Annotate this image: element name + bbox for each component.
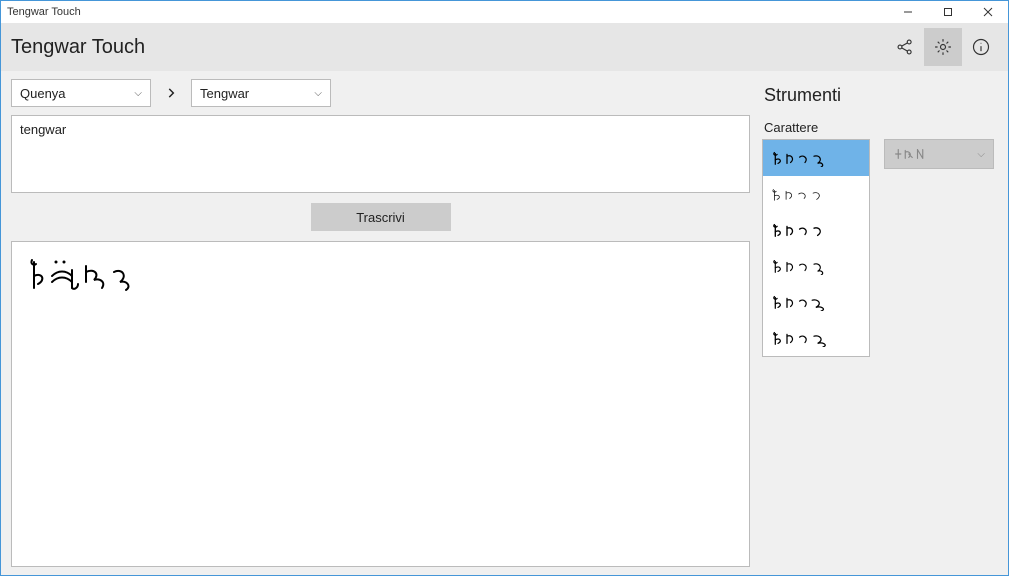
share-icon[interactable] [886, 28, 924, 66]
font-item-1[interactable] [763, 140, 869, 176]
font-item-5[interactable] [763, 284, 869, 320]
minimize-button[interactable] [888, 1, 928, 23]
info-icon[interactable] [962, 28, 1000, 66]
window-titlebar: Tengwar Touch [1, 1, 1008, 23]
header-actions [886, 28, 1000, 66]
target-script-value: Tengwar [200, 86, 249, 101]
app-title: Tengwar Touch [11, 36, 145, 59]
window-controls [888, 1, 1008, 23]
language-row: Quenya ⌵ Tengwar ⌵ [11, 79, 750, 107]
chevron-down-icon: ⌵ [134, 88, 142, 99]
target-script-dropdown[interactable]: Tengwar ⌵ [191, 79, 331, 107]
source-language-value: Quenya [20, 86, 66, 101]
maximize-button[interactable] [928, 1, 968, 23]
window-title: Tengwar Touch [7, 6, 81, 18]
settings-icon[interactable] [924, 28, 962, 66]
transcribe-row: Trascrivi [11, 193, 750, 241]
content-area: Quenya ⌵ Tengwar ⌵ Trascrivi [1, 71, 1008, 575]
tengwar-output-glyphs [24, 252, 164, 292]
input-text-area[interactable] [11, 115, 750, 193]
transcribe-button[interactable]: Trascrivi [311, 203, 451, 231]
font-row: ⌵ [762, 139, 998, 357]
font-list[interactable] [762, 139, 870, 357]
font-item-2[interactable] [763, 176, 869, 212]
output-area[interactable] [11, 241, 750, 567]
font-item-4[interactable] [763, 248, 869, 284]
close-button[interactable] [968, 1, 1008, 23]
chevron-down-icon: ⌵ [314, 88, 322, 99]
font-item-3[interactable] [763, 212, 869, 248]
direction-arrow-button[interactable] [159, 81, 183, 105]
app-header: Tengwar Touch [1, 23, 1008, 71]
style-sample-icon [893, 147, 937, 161]
tools-title: Strumenti [764, 85, 998, 106]
font-style-dropdown[interactable]: ⌵ [884, 139, 994, 169]
chevron-down-icon: ⌵ [977, 149, 985, 160]
main-column: Quenya ⌵ Tengwar ⌵ Trascrivi [1, 71, 758, 575]
tools-panel: Strumenti Carattere [758, 71, 1008, 575]
font-item-6[interactable] [763, 320, 869, 356]
font-label: Carattere [764, 120, 998, 135]
source-language-dropdown[interactable]: Quenya ⌵ [11, 79, 151, 107]
